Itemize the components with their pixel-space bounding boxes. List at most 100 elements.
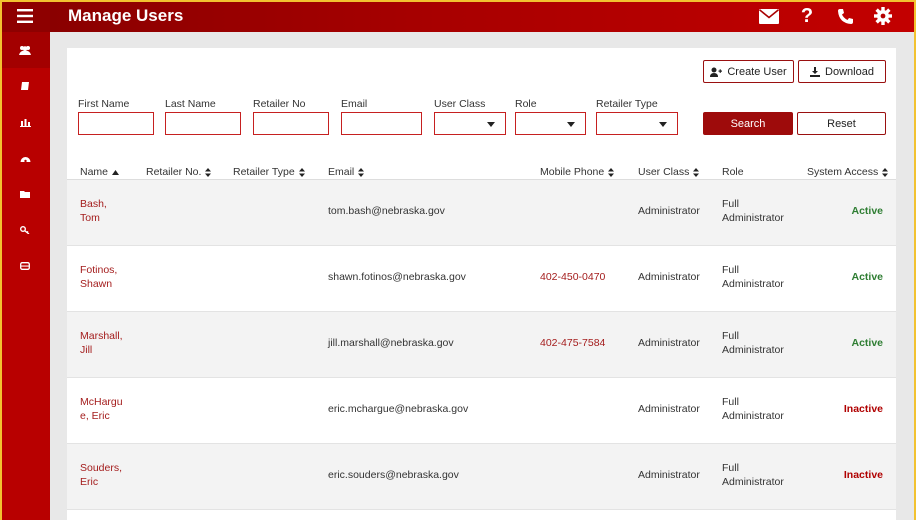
dashboard-icon [20,156,30,162]
sort-icon [358,167,365,177]
sort-icon [205,167,212,177]
chevron-down-icon [567,122,575,127]
table-row: Marshall, Jill jill.marshall@nebraska.gov… [67,312,896,378]
email-label: Email [341,98,368,110]
column-header-label: Retailer Type [233,166,295,178]
gear-icon [874,7,892,25]
role-cell: Full Administrator [722,461,784,489]
role-line: Full [722,198,739,210]
role-line: Full [722,264,739,276]
role-line: Full [722,330,739,342]
download-button[interactable]: Download [798,60,886,83]
name-line: Eric [80,476,99,488]
column-header-mobile-phone[interactable]: Mobile Phone [540,166,615,178]
book-icon [21,82,29,90]
sidebar-item-dashboard[interactable] [0,140,50,176]
help-icon: ? [800,4,814,27]
role-line: Administrator [722,476,784,488]
first-name-label: First Name [78,98,130,110]
retailer-no-input[interactable] [253,112,329,135]
create-user-button[interactable]: Create User [703,60,794,83]
menu-button[interactable] [0,0,50,32]
role-line: Full [722,396,739,408]
name-line: Marshall, [80,330,123,342]
status-badge: Active [851,337,883,349]
role-line: Administrator [722,278,784,290]
user-name-link[interactable]: Fotinos, Shawn [80,263,130,291]
email-cell: tom.bash@nebraska.gov [328,205,445,217]
folder-icon [20,191,30,198]
role-cell: Full Administrator [722,197,784,225]
user-class-cell: Administrator [638,403,700,415]
contact-button[interactable] [826,0,864,32]
role-select[interactable] [515,112,586,135]
user-class-cell: Administrator [638,469,700,481]
email-input[interactable] [341,112,422,135]
user-name-link[interactable]: McHargu e, Eric [80,395,130,423]
phone-cell: 402-450-0470 [540,271,606,283]
chevron-down-icon [659,122,667,127]
role-cell: Full Administrator [722,329,784,357]
column-header-label: Email [328,166,355,178]
name-line: Jill [80,344,93,356]
sort-icon [298,167,305,177]
sidebar-item-print[interactable] [0,248,50,284]
sidebar [0,0,50,520]
messages-button[interactable] [750,0,788,32]
first-name-input[interactable] [78,112,154,135]
sort-icon [693,167,700,177]
key-icon [20,226,30,234]
phone-icon [837,8,853,24]
column-header-retailer-no[interactable]: Retailer No. [146,166,212,178]
create-user-label: Create User [727,65,787,78]
name-line: Fotinos, [80,264,118,276]
role-line: Full [722,462,739,474]
reset-button[interactable]: Reset [797,112,886,135]
column-header-name[interactable]: Name [80,166,120,178]
users-icon [19,46,31,55]
sidebar-item-files[interactable] [0,176,50,212]
column-header-user-class[interactable]: User Class [638,166,700,178]
sort-ascending-icon [112,169,120,175]
status-badge: Inactive [843,469,883,481]
retailer-type-select[interactable] [596,112,678,135]
retailer-no-label: Retailer No [253,98,306,110]
table-row: Souders, Eric eric.souders@nebraska.gov A… [67,444,896,510]
column-header-email[interactable]: Email [328,166,365,178]
settings-button[interactable] [864,0,902,32]
bar-chart-icon [19,118,31,127]
user-class-select[interactable] [434,112,506,135]
email-cell: shawn.fotinos@nebraska.gov [328,271,466,283]
column-header-retailer-type[interactable]: Retailer Type [233,166,305,178]
printer-icon [20,262,30,270]
last-name-input[interactable] [165,112,241,135]
last-name-label: Last Name [165,98,216,110]
download-icon [810,66,821,77]
role-cell: Full Administrator [722,395,784,423]
role-line: Administrator [722,212,784,224]
column-header-system-access[interactable]: System Access [807,166,889,178]
role-line: Administrator [722,410,784,422]
table-row: McHargu e, Eric eric.mchargue@nebraska.go… [67,378,896,444]
sidebar-item-reports[interactable] [0,104,50,140]
column-header-label: Name [80,166,109,178]
user-name-link[interactable]: Bash, Tom [80,197,130,225]
sidebar-item-users[interactable] [0,32,50,68]
column-header-label: Role [722,166,744,178]
help-button[interactable]: ? [788,0,826,32]
name-line: Shawn [80,278,113,290]
user-class-cell: Administrator [638,271,700,283]
retailer-type-label: Retailer Type [596,98,658,110]
phone-cell: 402-475-7584 [540,337,606,349]
name-line: Tom [80,212,100,224]
user-name-link[interactable]: Souders, Eric [80,461,130,489]
add-user-icon [710,67,723,77]
sidebar-item-access[interactable] [0,212,50,248]
sidebar-item-documents[interactable] [0,68,50,104]
email-cell: eric.souders@nebraska.gov [328,469,459,481]
top-bar: Manage Users ? [50,0,916,32]
user-name-link[interactable]: Marshall, Jill [80,329,130,357]
email-cell: eric.mchargue@nebraska.gov [328,403,469,415]
sort-icon [882,167,889,177]
search-button[interactable]: Search [703,112,793,135]
